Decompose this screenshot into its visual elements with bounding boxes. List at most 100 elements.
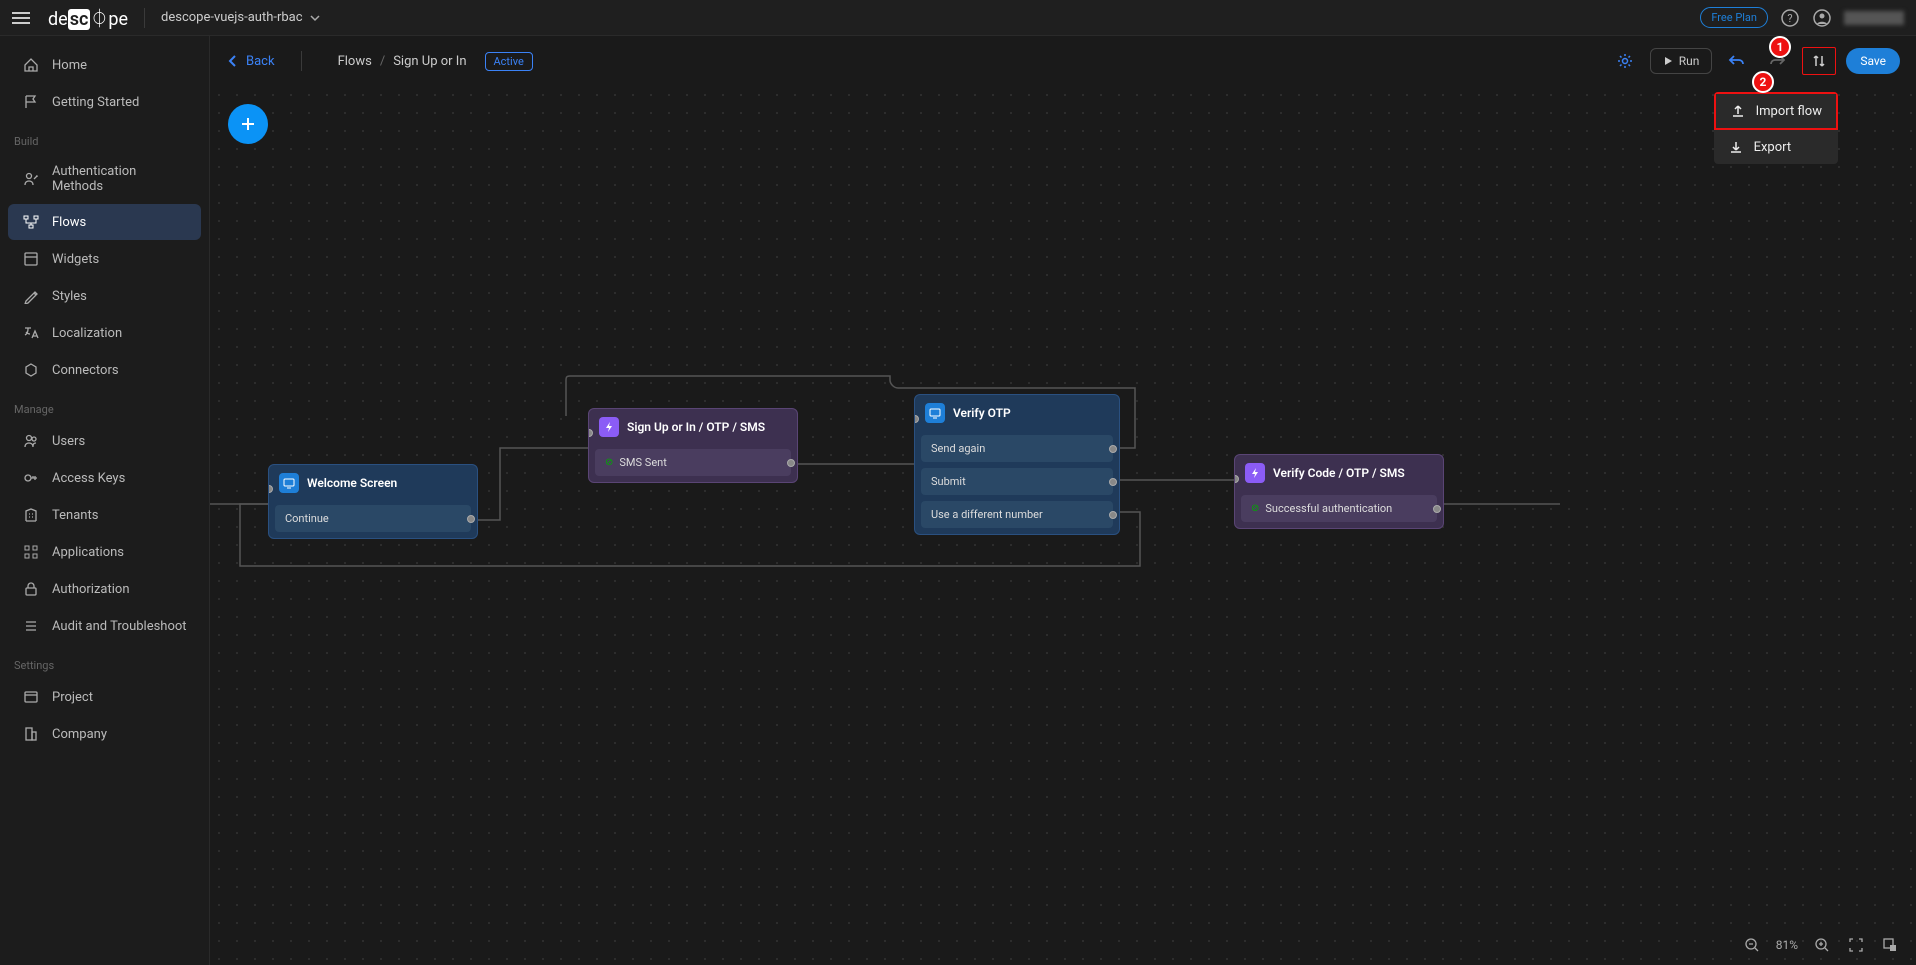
sidebar-item-localization[interactable]: Localization bbox=[8, 315, 201, 351]
localization-icon bbox=[22, 324, 40, 342]
sidebar-item-tenants[interactable]: Tenants bbox=[8, 497, 201, 533]
node-output-continue[interactable]: Continue bbox=[275, 505, 471, 532]
sidebar-item-applications[interactable]: Applications bbox=[8, 534, 201, 570]
screen-icon bbox=[925, 403, 945, 423]
sidebar-item-users[interactable]: Users bbox=[8, 423, 201, 459]
tenants-icon bbox=[22, 506, 40, 524]
sidebar-item-widgets[interactable]: Widgets bbox=[8, 241, 201, 277]
node-output-different-number[interactable]: Use a different number bbox=[921, 501, 1113, 528]
help-icon[interactable]: ? bbox=[1780, 8, 1800, 28]
sidebar-item-connectors[interactable]: Connectors bbox=[8, 352, 201, 388]
import-export-button[interactable] bbox=[1802, 47, 1836, 75]
users-icon bbox=[22, 432, 40, 450]
sidebar-label: Access Keys bbox=[52, 471, 125, 486]
sidebar-label: Localization bbox=[52, 326, 122, 341]
sidebar-label: Connectors bbox=[52, 363, 119, 378]
check-icon: ⊘ bbox=[605, 457, 613, 468]
project-selector[interactable]: descope-vuejs-auth-rbac bbox=[161, 10, 321, 25]
port-out[interactable] bbox=[467, 515, 475, 523]
flow-canvas[interactable]: Welcome Screen Continue Sign Up or In / … bbox=[210, 86, 1916, 965]
back-button[interactable]: Back bbox=[226, 54, 275, 69]
canvas-header: Back Flows / Sign Up or In Active Run bbox=[210, 36, 1916, 86]
node-row-label: Continue bbox=[285, 512, 329, 525]
annotation-badge-2: 2 bbox=[1752, 71, 1774, 93]
sidebar-item-flows[interactable]: Flows bbox=[8, 204, 201, 240]
free-plan-badge[interactable]: Free Plan bbox=[1700, 7, 1768, 28]
flow-node-welcome[interactable]: Welcome Screen Continue bbox=[268, 464, 478, 539]
flow-node-verify-code[interactable]: Verify Code / OTP / SMS ⊘ Successful aut… bbox=[1234, 454, 1444, 529]
back-label: Back bbox=[246, 54, 275, 69]
node-output-submit[interactable]: Submit bbox=[921, 468, 1113, 495]
flow-node-signup[interactable]: Sign Up or In / OTP / SMS ⊘ SMS Sent bbox=[588, 408, 798, 483]
port-out[interactable] bbox=[787, 459, 795, 467]
sidebar-label: Company bbox=[52, 727, 107, 742]
gear-icon bbox=[1616, 52, 1634, 70]
user-avatar-icon[interactable] bbox=[1812, 8, 1832, 28]
sidebar-item-project[interactable]: Project bbox=[8, 679, 201, 715]
sidebar-section-manage: Manage bbox=[0, 389, 209, 422]
node-header: Verify OTP bbox=[915, 395, 1119, 431]
node-title: Verify Code / OTP / SMS bbox=[1273, 466, 1405, 480]
sidebar-label: Audit and Troubleshoot bbox=[52, 619, 187, 634]
node-header: Welcome Screen bbox=[269, 465, 477, 501]
node-output-sms-sent[interactable]: ⊘ SMS Sent bbox=[595, 449, 791, 476]
breadcrumb-root[interactable]: Flows bbox=[338, 54, 372, 69]
node-output-send-again[interactable]: Send again bbox=[921, 435, 1113, 462]
breadcrumb-separator: / bbox=[380, 54, 385, 69]
action-icon bbox=[599, 417, 619, 437]
node-row-label: Send again bbox=[931, 442, 985, 455]
minimap-button[interactable] bbox=[1880, 935, 1900, 955]
run-button[interactable]: Run bbox=[1650, 48, 1713, 74]
project-icon bbox=[22, 688, 40, 706]
dropdown-import-flow[interactable]: Import flow bbox=[1714, 92, 1838, 130]
screen-icon bbox=[279, 473, 299, 493]
sidebar-label: Widgets bbox=[52, 252, 99, 267]
download-icon bbox=[1728, 139, 1744, 155]
divider bbox=[301, 51, 302, 71]
dropdown-export[interactable]: Export bbox=[1714, 130, 1838, 164]
zoom-level: 81% bbox=[1776, 938, 1798, 952]
sidebar-label: Project bbox=[52, 690, 93, 705]
sidebar-item-styles[interactable]: Styles bbox=[8, 278, 201, 314]
node-output-success-auth[interactable]: ⊘ Successful authentication bbox=[1241, 495, 1437, 522]
port-out[interactable] bbox=[1109, 445, 1117, 453]
divider bbox=[144, 8, 145, 28]
zoom-out-button[interactable] bbox=[1742, 935, 1762, 955]
port-out[interactable] bbox=[1109, 511, 1117, 519]
port-out[interactable] bbox=[1109, 478, 1117, 486]
sidebar-label: Tenants bbox=[52, 508, 98, 523]
logo: desc⏀pe bbox=[48, 5, 128, 31]
node-row-label: SMS Sent bbox=[619, 456, 666, 469]
node-header: Sign Up or In / OTP / SMS bbox=[589, 409, 797, 445]
sidebar-item-home[interactable]: Home bbox=[8, 47, 201, 83]
sidebar-item-company[interactable]: Company bbox=[8, 716, 201, 752]
apps-icon bbox=[22, 543, 40, 561]
sidebar-label: Getting Started bbox=[52, 95, 139, 110]
port-out[interactable] bbox=[1433, 505, 1441, 513]
add-node-button[interactable] bbox=[228, 104, 268, 144]
sidebar-item-access-keys[interactable]: Access Keys bbox=[8, 460, 201, 496]
save-button[interactable]: Save bbox=[1846, 48, 1900, 74]
undo-button[interactable] bbox=[1722, 46, 1752, 76]
sidebar-item-auth-methods[interactable]: Authentication Methods bbox=[8, 155, 201, 203]
settings-button[interactable] bbox=[1610, 46, 1640, 76]
sidebar-section-settings: Settings bbox=[0, 645, 209, 678]
sidebar-item-authorization[interactable]: Authorization bbox=[8, 571, 201, 607]
sidebar-label: Applications bbox=[52, 545, 124, 560]
flow-node-verify-otp[interactable]: Verify OTP Send again Submit Use a diffe… bbox=[914, 394, 1120, 535]
fit-view-button[interactable] bbox=[1846, 935, 1866, 955]
upload-icon bbox=[1730, 103, 1746, 119]
audit-icon bbox=[22, 617, 40, 635]
node-title: Sign Up or In / OTP / SMS bbox=[627, 420, 765, 434]
app-header: desc⏀pe descope-vuejs-auth-rbac Free Pla… bbox=[0, 0, 1916, 36]
node-title: Welcome Screen bbox=[307, 476, 397, 490]
canvas-footer: 81% bbox=[1742, 935, 1900, 955]
sidebar-item-getting-started[interactable]: Getting Started bbox=[8, 84, 201, 120]
dropdown-label: Import flow bbox=[1756, 104, 1822, 119]
zoom-in-button[interactable] bbox=[1812, 935, 1832, 955]
breadcrumb-current: Sign Up or In bbox=[393, 54, 466, 69]
menu-icon[interactable] bbox=[12, 6, 36, 30]
home-icon bbox=[22, 56, 40, 74]
sidebar-item-audit[interactable]: Audit and Troubleshoot bbox=[8, 608, 201, 644]
flag-icon bbox=[22, 93, 40, 111]
